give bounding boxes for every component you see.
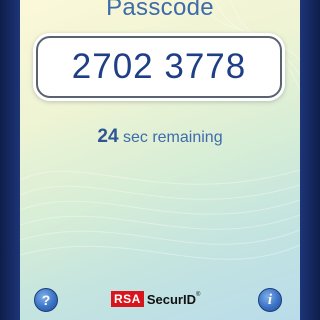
timer-label: sec remaining xyxy=(122,129,223,146)
page-title: Passcode xyxy=(106,0,214,21)
securid-wordmark: SecurID® xyxy=(147,292,201,307)
info-icon: i xyxy=(267,291,273,308)
rsa-logo: RSA xyxy=(111,291,144,307)
token-panel: Passcode 2702 3778 24 sec remaining ? RS… xyxy=(20,0,300,320)
rsa-securid-token-app: Passcode 2702 3778 24 sec remaining ? RS… xyxy=(0,0,320,320)
countdown-timer: 24 sec remaining xyxy=(20,126,300,148)
securid-label: SecurID xyxy=(146,291,196,307)
frame-left-border xyxy=(0,0,20,320)
help-icon: ? xyxy=(41,292,51,308)
trademark-mark: ® xyxy=(195,291,201,298)
passcode-value[interactable]: 2702 3778 xyxy=(72,47,246,87)
help-button[interactable]: ? xyxy=(34,288,58,312)
timer-seconds: 24 xyxy=(97,126,119,147)
rsa-securid-brand: RSA SecurID® xyxy=(111,290,200,308)
frame-right-border xyxy=(300,0,320,320)
info-button[interactable]: i xyxy=(258,288,282,312)
passcode-display[interactable]: 2702 3778 xyxy=(36,36,282,98)
